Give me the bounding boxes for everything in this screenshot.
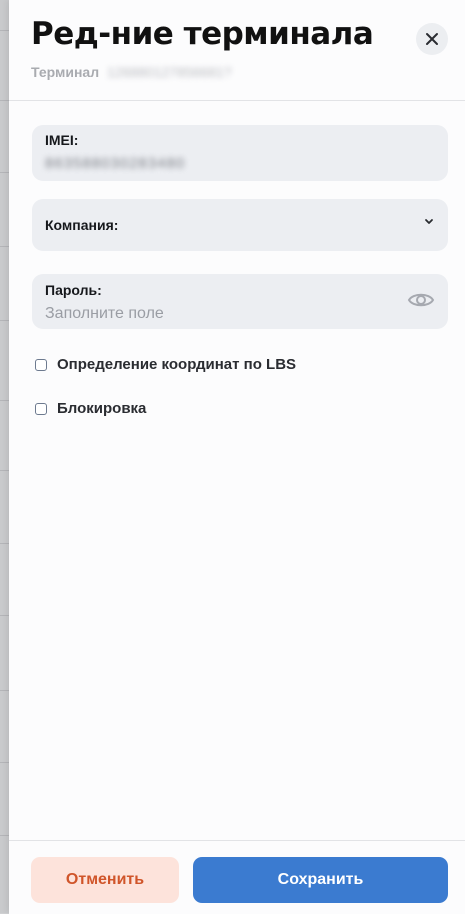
cancel-button[interactable]: Отменить <box>31 857 179 903</box>
imei-label: IMEI: <box>45 132 79 148</box>
subtitle-label: Терминал <box>31 64 100 80</box>
imei-field[interactable]: IMEI: 863588030283480 <box>32 125 448 181</box>
lbs-checkbox-label: Определение координат по LBS <box>57 356 297 373</box>
backdrop-divider <box>0 400 9 401</box>
terminal-id-redacted: 126880127856681? <box>107 64 232 80</box>
password-label: Пароль: <box>45 282 102 298</box>
backdrop <box>0 0 9 913</box>
backdrop-divider <box>0 615 9 616</box>
backdrop-divider <box>0 100 9 101</box>
chevron-down-icon <box>425 219 433 224</box>
block-checkbox[interactable] <box>35 402 47 415</box>
lbs-checkbox-row[interactable]: Определение координат по LBS <box>35 356 296 373</box>
save-button[interactable]: Сохранить <box>193 857 448 903</box>
close-button[interactable] <box>416 23 448 55</box>
dialog-title: Ред-ние терминала <box>31 16 374 52</box>
backdrop-divider <box>0 30 9 31</box>
block-checkbox-label: Блокировка <box>57 400 147 417</box>
drawer-footer: Отменить Сохранить <box>9 840 465 914</box>
backdrop-divider <box>0 246 9 247</box>
password-input[interactable]: Заполните поле <box>45 305 164 323</box>
backdrop-divider <box>0 320 9 321</box>
company-select[interactable]: Компания: <box>32 199 448 251</box>
password-field[interactable]: Пароль: Заполните поле <box>32 274 448 329</box>
backdrop-divider <box>0 762 9 763</box>
lbs-checkbox[interactable] <box>35 358 47 371</box>
edit-terminal-drawer: Ред-ние терминала Терминал 1268801278566… <box>9 0 465 914</box>
eye-icon[interactable] <box>407 290 435 310</box>
close-icon <box>426 33 438 45</box>
backdrop-divider <box>0 835 9 836</box>
drawer-header: Ред-ние терминала Терминал 1268801278566… <box>9 0 465 101</box>
imei-value-redacted[interactable]: 863588030283480 <box>45 155 185 172</box>
backdrop-divider <box>0 690 9 691</box>
backdrop-divider <box>0 470 9 471</box>
dialog-subtitle: Терминал 126880127856681? <box>31 64 232 80</box>
backdrop-divider <box>0 543 9 544</box>
backdrop-divider <box>0 172 9 173</box>
company-label: Компания: <box>45 217 119 233</box>
block-checkbox-row[interactable]: Блокировка <box>35 400 146 417</box>
